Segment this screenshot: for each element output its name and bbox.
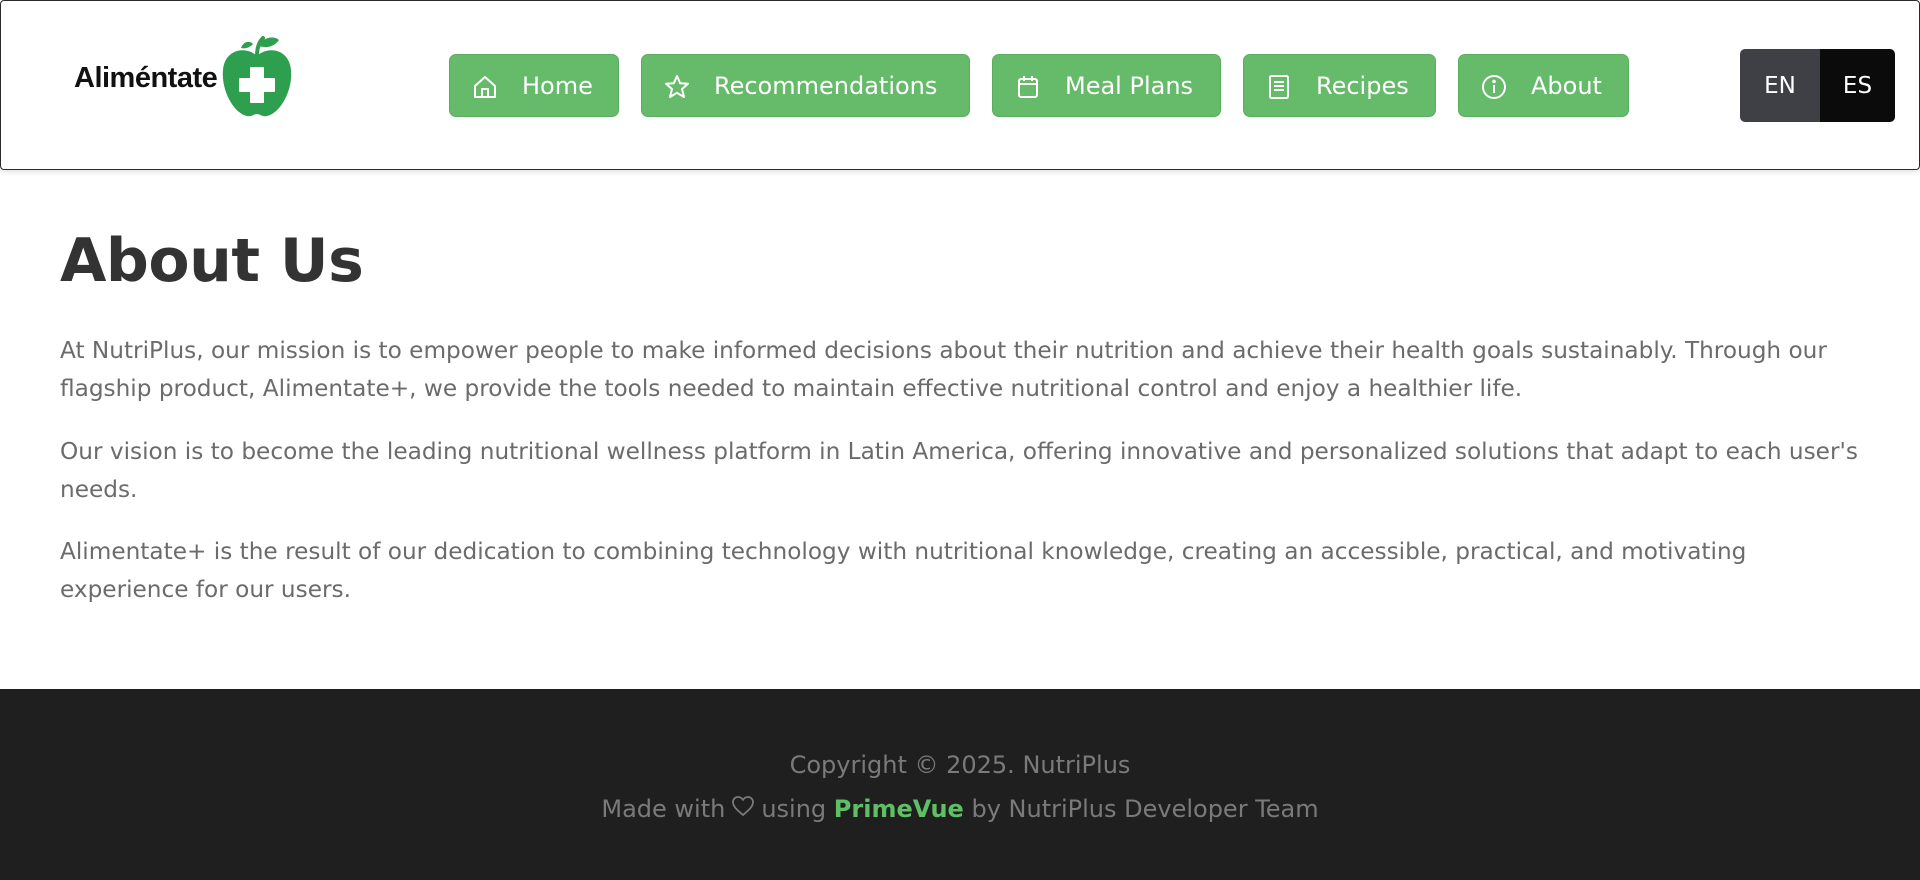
copyright-text: Copyright © 2025. NutriPlus (789, 751, 1131, 779)
book-icon (1266, 74, 1292, 100)
primevue-link[interactable]: PrimeVue (834, 795, 964, 823)
page-title: About Us (60, 226, 364, 296)
lang-es-button[interactable]: ES (1820, 49, 1895, 122)
footer: Copyright © 2025. NutriPlus Made with us… (0, 689, 1920, 880)
nav-recipes-button[interactable]: Recipes (1243, 54, 1436, 117)
mission-paragraph: At NutriPlus, our mission is to empower … (60, 337, 1827, 402)
vision-paragraph: Our vision is to become the leading nutr… (60, 438, 1858, 503)
made-with-line: Made with using PrimeVue by NutriPlus De… (0, 795, 1920, 823)
lang-en-button[interactable]: EN (1740, 49, 1820, 122)
home-icon (472, 74, 498, 100)
nav-recommendations-button[interactable]: Recommendations (641, 54, 970, 117)
star-icon (664, 74, 690, 100)
info-icon (1481, 74, 1507, 100)
top-navbar: Aliméntate Home Recommendations Meal Pla… (0, 0, 1920, 170)
nav-home-button[interactable]: Home (449, 54, 619, 117)
brand-logo[interactable]: Aliméntate (74, 35, 295, 121)
apple-plus-logo-icon (219, 34, 295, 122)
heart-icon (731, 795, 755, 823)
made-with-text: Made with (601, 795, 726, 823)
brand-logo-text: Aliméntate (74, 61, 218, 94)
nav-recommendations-label: Recommendations (714, 72, 938, 100)
using-text: using (761, 795, 827, 823)
nav-meal-plans-label: Meal Plans (1065, 72, 1194, 100)
language-switcher: EN ES (1740, 49, 1895, 122)
nav-home-label: Home (522, 72, 593, 100)
team-credit-text: by NutriPlus Developer Team (971, 795, 1319, 823)
nav-meal-plans-button[interactable]: Meal Plans (992, 54, 1221, 117)
nav-recipes-label: Recipes (1316, 72, 1409, 100)
nav-about-label: About (1531, 72, 1602, 100)
product-paragraph: Alimentate+ is the result of our dedicat… (60, 538, 1747, 603)
calendar-icon (1015, 74, 1041, 100)
nav-about-button[interactable]: About (1458, 54, 1629, 117)
